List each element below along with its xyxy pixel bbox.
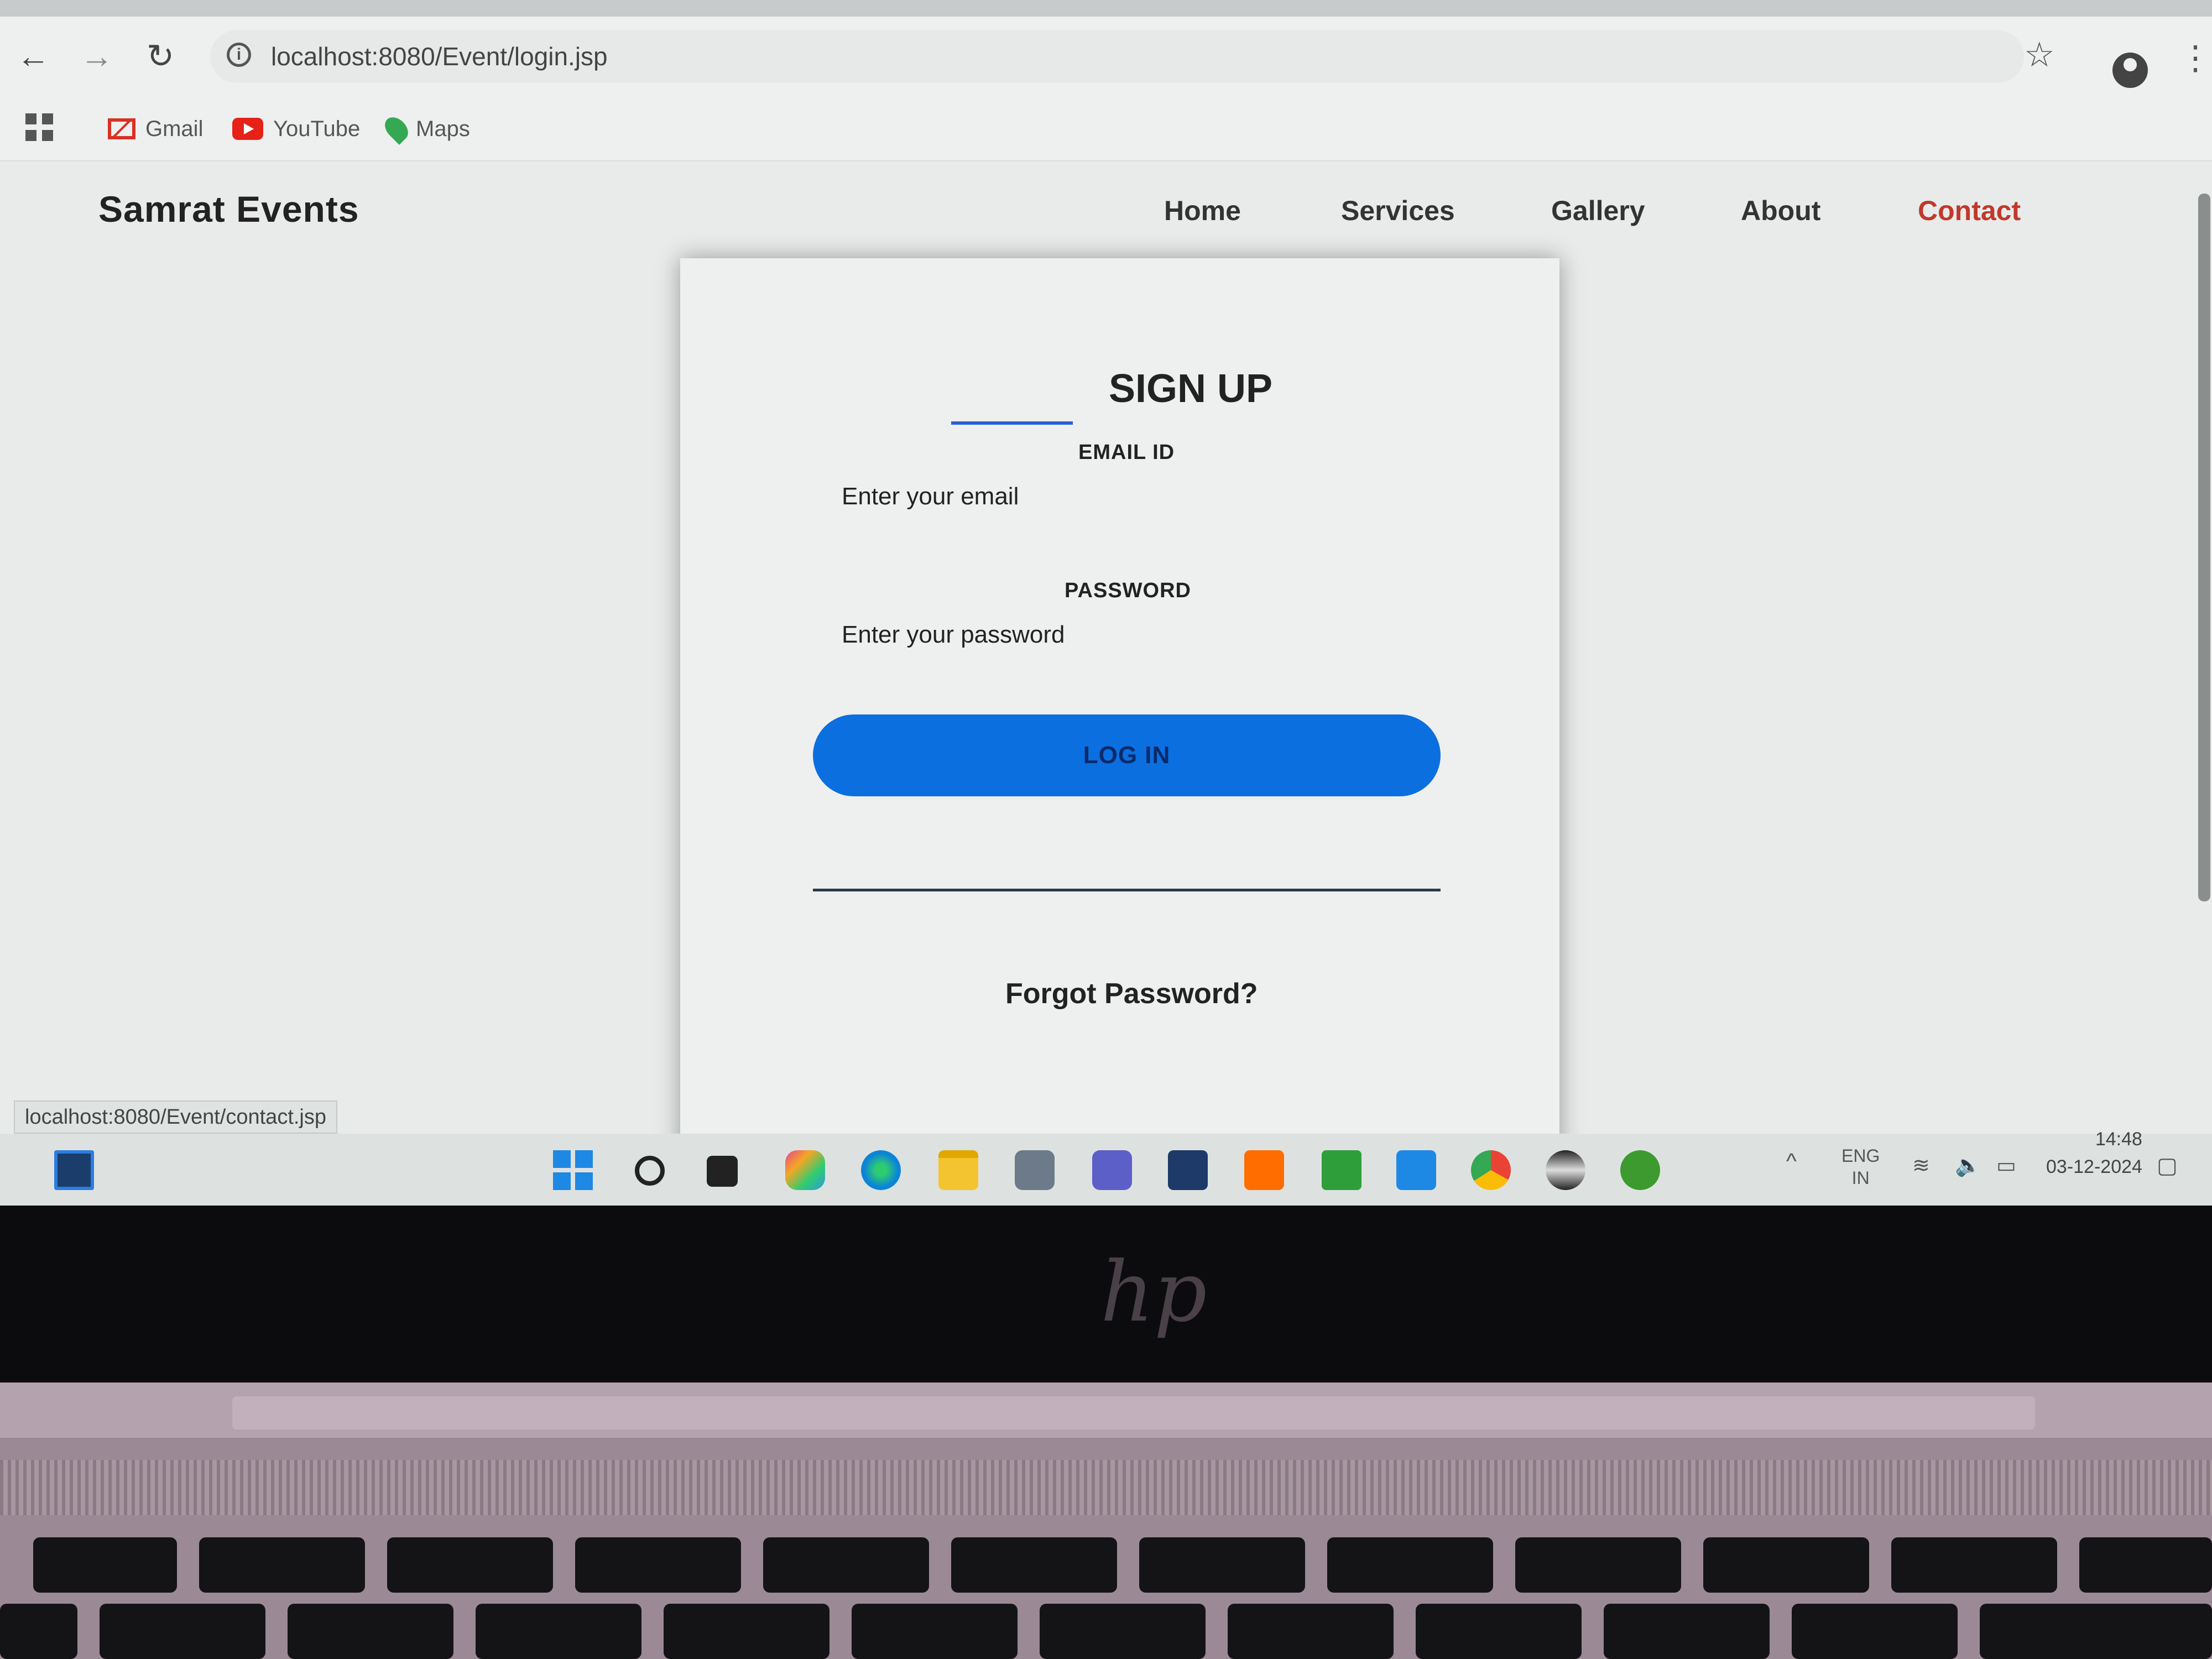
- address-bar[interactable]: i localhost:8080/Event/login.jsp: [210, 30, 2024, 83]
- nav-contact[interactable]: Contact: [1918, 195, 2021, 227]
- edge-icon[interactable]: [861, 1150, 901, 1190]
- node-icon[interactable]: [1322, 1150, 1361, 1190]
- language-indicator[interactable]: ENG IN: [1841, 1145, 1880, 1189]
- search-icon[interactable]: [635, 1156, 665, 1186]
- notifications-icon[interactable]: ▢: [2157, 1155, 2178, 1177]
- widgets-icon[interactable]: [54, 1150, 94, 1190]
- status-bar-url: localhost:8080/Event/contact.jsp: [14, 1100, 338, 1134]
- system-clock[interactable]: 14:48 03-12-2024: [2046, 1125, 2142, 1181]
- login-button[interactable]: LOG IN: [813, 714, 1441, 796]
- tray-chevron-icon[interactable]: ^: [1786, 1150, 1797, 1172]
- key: [1327, 1537, 1493, 1593]
- bookmark-youtube[interactable]: YouTube: [232, 109, 360, 148]
- clock-date: 03-12-2024: [2046, 1156, 2142, 1177]
- login-card: SIGN UP EMAIL ID PASSWORD LOG IN Forgot …: [680, 258, 1559, 1165]
- form-divider: [813, 889, 1441, 891]
- gmail-icon: [108, 118, 135, 139]
- vscode-icon[interactable]: [1396, 1150, 1436, 1190]
- site-brand[interactable]: Samrat Events: [98, 188, 359, 230]
- key: [387, 1537, 553, 1593]
- email-field[interactable]: [841, 468, 1407, 525]
- forgot-password-link[interactable]: Forgot Password?: [1005, 977, 1258, 1010]
- key: [199, 1537, 365, 1593]
- keyboard: [0, 1526, 2212, 1659]
- web-page: Samrat Events Home Services Gallery Abou…: [0, 161, 2212, 1165]
- back-icon[interactable]: ←: [11, 34, 55, 79]
- key: [1040, 1604, 1206, 1659]
- email-label: EMAIL ID: [1078, 441, 1175, 464]
- language-code: ENG: [1841, 1146, 1880, 1166]
- key: [1416, 1604, 1582, 1659]
- key: [0, 1604, 77, 1659]
- key: [476, 1604, 641, 1659]
- key: [1139, 1537, 1305, 1593]
- key: [763, 1537, 929, 1593]
- task-view-icon[interactable]: [707, 1156, 738, 1187]
- menu-icon[interactable]: ⋮: [2179, 39, 2212, 77]
- apps-grid-icon[interactable]: [25, 113, 53, 141]
- key: [1515, 1537, 1681, 1593]
- key: [2079, 1537, 2212, 1593]
- nav-about[interactable]: About: [1741, 195, 1820, 227]
- key: [1604, 1604, 1770, 1659]
- window-titlebar: [0, 0, 2212, 17]
- bookmark-label: Maps: [416, 116, 470, 141]
- app-icon[interactable]: [1620, 1150, 1660, 1190]
- region-code: IN: [1851, 1168, 1870, 1188]
- password-label: PASSWORD: [1065, 579, 1191, 602]
- bookmark-star-icon[interactable]: ☆: [2024, 34, 2055, 75]
- speaker-grille: [0, 1460, 2212, 1515]
- title-underline: [951, 421, 1073, 425]
- battery-icon[interactable]: ▭: [1996, 1155, 2016, 1177]
- password-field[interactable]: [841, 607, 1407, 663]
- hp-logo: hp: [1100, 1244, 1207, 1340]
- nav-home[interactable]: Home: [1164, 195, 1241, 227]
- key: [1980, 1604, 2212, 1659]
- key: [33, 1537, 177, 1593]
- sublime-icon[interactable]: [1244, 1150, 1284, 1190]
- start-icon[interactable]: [553, 1150, 593, 1190]
- copilot-icon[interactable]: [785, 1150, 825, 1190]
- key: [575, 1537, 741, 1593]
- wifi-icon[interactable]: ≋: [1912, 1155, 1930, 1177]
- site-info-icon[interactable]: i: [227, 43, 251, 67]
- key: [1792, 1604, 1958, 1659]
- key: [1891, 1537, 2057, 1593]
- file-explorer-icon[interactable]: [938, 1150, 978, 1190]
- teams-icon[interactable]: [1092, 1150, 1132, 1190]
- bookmark-label: Gmail: [145, 116, 204, 141]
- maps-icon: [380, 113, 413, 145]
- netbeans-icon[interactable]: [1168, 1150, 1208, 1190]
- bookmark-maps[interactable]: Maps: [380, 109, 470, 148]
- bookmark-gmail[interactable]: Gmail: [108, 109, 203, 148]
- volume-icon[interactable]: 🔈: [1955, 1155, 1981, 1177]
- form-title: SIGN UP: [1109, 367, 1273, 411]
- key: [664, 1604, 830, 1659]
- profile-icon[interactable]: [2112, 53, 2148, 88]
- clock-time: 14:48: [2095, 1129, 2142, 1150]
- key: [951, 1537, 1117, 1593]
- nav-gallery[interactable]: Gallery: [1551, 195, 1645, 227]
- laptop-screen: ← → ↻ i localhost:8080/Event/login.jsp ☆…: [0, 0, 2212, 1206]
- page-scrollbar[interactable]: [2198, 194, 2210, 901]
- camera-icon[interactable]: [1015, 1150, 1055, 1190]
- bookmark-label: YouTube: [273, 116, 361, 141]
- url-text: localhost:8080/Event/login.jsp: [271, 42, 608, 71]
- key: [288, 1604, 453, 1659]
- forward-icon[interactable]: →: [75, 34, 119, 79]
- nav-services[interactable]: Services: [1341, 195, 1455, 227]
- bookmarks-bar: Gmail YouTube Maps: [0, 100, 2212, 161]
- key: [852, 1604, 1018, 1659]
- chrome-icon[interactable]: [1471, 1150, 1511, 1190]
- eclipse-icon[interactable]: [1546, 1150, 1585, 1190]
- reload-icon[interactable]: ↻: [138, 34, 182, 79]
- hinge-bar: [232, 1396, 2035, 1430]
- key: [100, 1604, 265, 1659]
- key: [1228, 1604, 1394, 1659]
- taskbar: ^ ENG IN ≋ 🔈 ▭ ▢: [0, 1134, 2212, 1206]
- key: [1703, 1537, 1869, 1593]
- youtube-icon: [232, 118, 263, 140]
